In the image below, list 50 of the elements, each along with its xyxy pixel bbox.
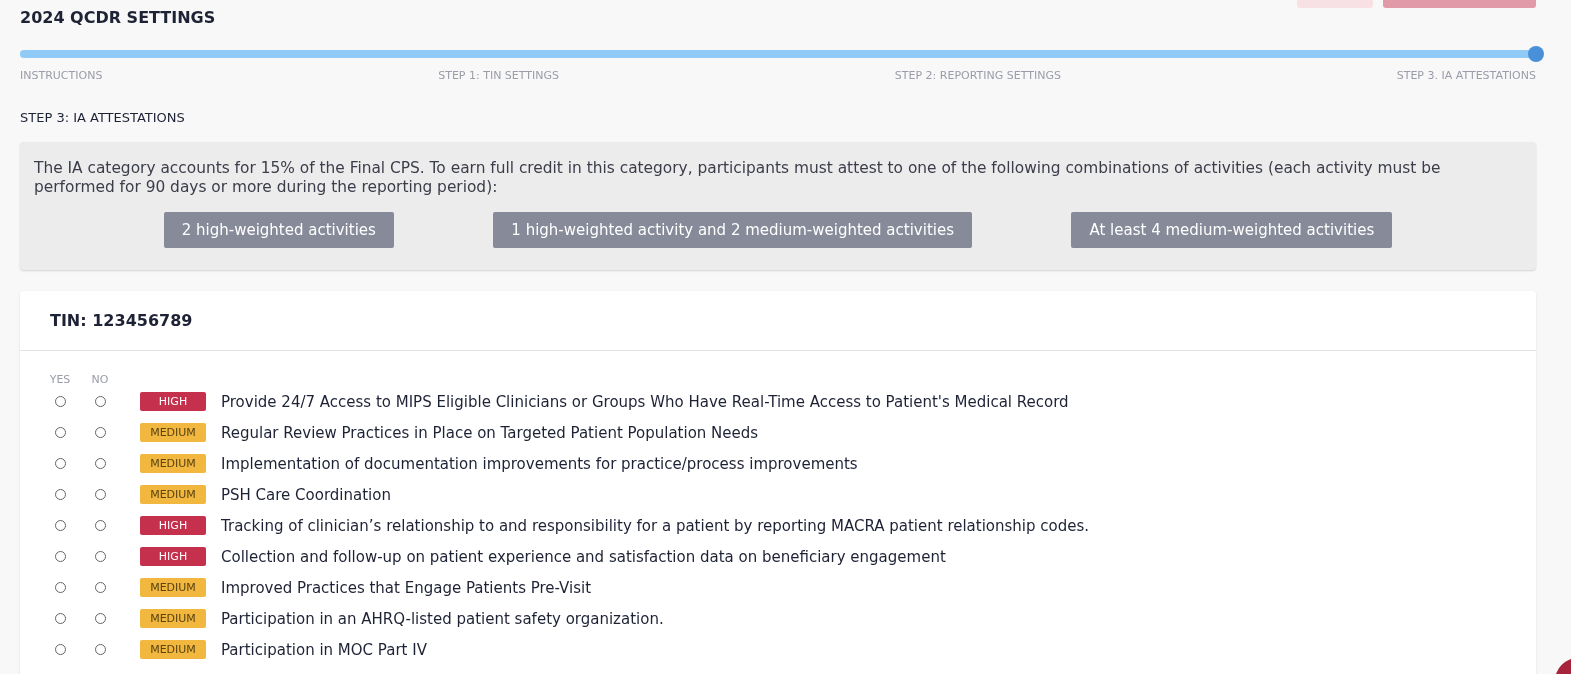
yes-radio[interactable] xyxy=(54,613,66,624)
weight-badge: MEDIUM xyxy=(140,423,206,442)
activity-name: Provide 24/7 Access to MIPS Eligible Clinicians or Groups Who Have Real-Time Access to Patient's Medical Record xyxy=(221,392,1069,411)
step-label[interactable]: STEP 3. IA ATTESTATIONS xyxy=(1396,69,1536,82)
activity-name: Tracking of clinician’s relationship to and responsibility for a patient by reporting MACRA patient relationship codes. xyxy=(221,516,1090,535)
yes-radio[interactable] xyxy=(54,582,66,593)
weight-badge: HIGH xyxy=(140,547,206,566)
step-label[interactable]: STEP 1: TIN SETTINGS xyxy=(438,69,559,82)
combination-chip: At least 4 medium-weighted activities xyxy=(1071,212,1393,248)
yes-radio[interactable] xyxy=(54,644,66,655)
weight-badge: MEDIUM xyxy=(140,609,206,628)
weight-badge: MEDIUM xyxy=(140,640,206,659)
step-label[interactable]: STEP 2: REPORTING SETTINGS xyxy=(894,69,1061,82)
yes-radio[interactable] xyxy=(54,520,66,531)
weight-badge: MEDIUM xyxy=(140,454,206,473)
no-radio[interactable] xyxy=(94,551,106,562)
activity-name: Participation in MOC Part IV xyxy=(221,640,427,659)
yes-radio[interactable] xyxy=(54,396,66,407)
weight-badge: HIGH xyxy=(140,516,206,535)
yes-radio[interactable] xyxy=(54,427,66,438)
progress-handle[interactable] xyxy=(1528,46,1544,62)
yes-radio[interactable] xyxy=(54,458,66,469)
section-title: STEP 3: IA ATTESTATIONS xyxy=(20,110,186,125)
activity-name: PSH Care Coordination xyxy=(221,485,391,504)
weight-badge: MEDIUM xyxy=(140,578,206,597)
no-radio[interactable] xyxy=(94,458,106,469)
weight-badge: MEDIUM xyxy=(140,485,206,504)
info-text: The IA category accounts for 15% of the Final CPS. To earn full credit in this category, participants must attest to one of the following combinations of activities (each activity must be performed for 90 days or more during the reporting period): xyxy=(34,159,1442,197)
activity-name: Improved Practices that Engage Patients Pre-Visit xyxy=(221,578,592,597)
column-header: YES xyxy=(48,373,72,386)
no-radio[interactable] xyxy=(94,613,106,624)
no-radio[interactable] xyxy=(94,644,106,655)
activity-name: Implementation of documentation improvements for practice/process improvements xyxy=(221,454,858,473)
no-radio[interactable] xyxy=(94,427,106,438)
activity-name: Collection and follow-up on patient experience and satisfaction data on beneficiary engagement xyxy=(221,547,946,566)
step-label[interactable]: INSTRUCTIONS xyxy=(20,69,103,82)
weight-badge: HIGH xyxy=(140,392,206,411)
yes-radio[interactable] xyxy=(54,551,66,562)
no-radio[interactable] xyxy=(94,582,106,593)
yes-radio[interactable] xyxy=(54,489,66,500)
no-radio[interactable] xyxy=(94,520,106,531)
activity-name: Participation in an AHRQ-listed patient safety organization. xyxy=(221,609,664,628)
activity-name: Regular Review Practices in Place on Targeted Patient Population Needs xyxy=(221,423,759,442)
combination-chip: 1 high-weighted activity and 2 medium-weighted activities xyxy=(493,212,972,248)
page-title: 2024 QCDR SETTINGS xyxy=(20,7,216,29)
no-radio[interactable] xyxy=(94,396,106,407)
column-header: NO xyxy=(90,373,110,386)
no-radio[interactable] xyxy=(94,489,106,500)
tin-title: TIN: 123456789 xyxy=(20,291,1536,351)
combination-chip: 2 high-weighted activities xyxy=(163,212,394,248)
